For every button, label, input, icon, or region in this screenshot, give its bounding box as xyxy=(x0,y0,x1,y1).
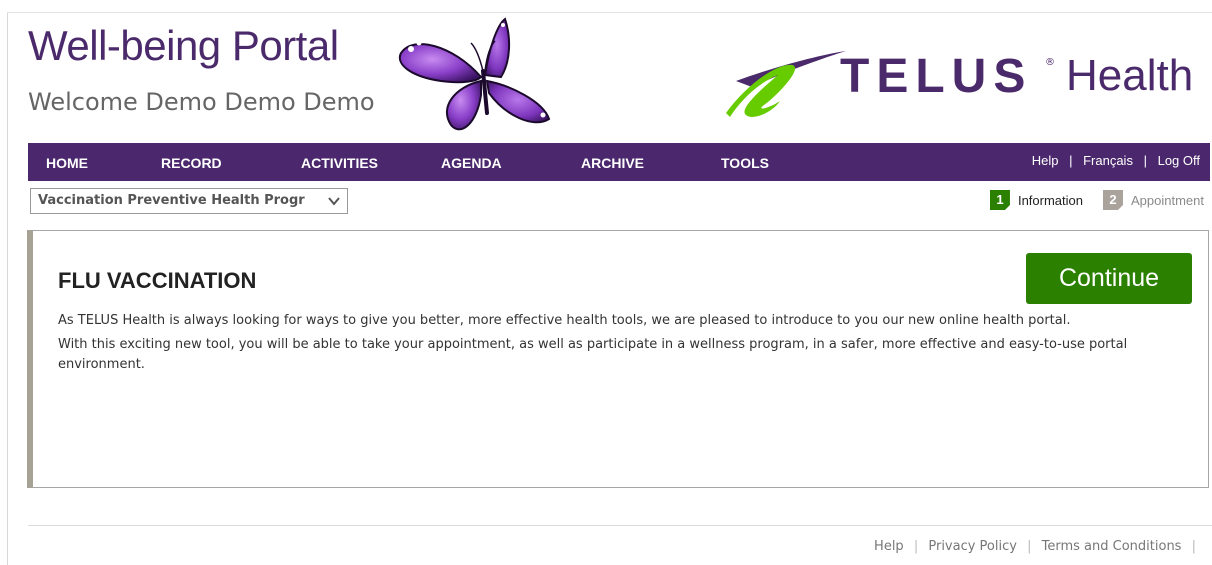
step-2-number: 2 xyxy=(1103,190,1123,210)
step-1-number: 1 xyxy=(989,190,1010,210)
program-selected-value: Vaccination Preventive Health Progr xyxy=(38,193,305,208)
separator: | xyxy=(913,539,919,554)
step-1-label: Information xyxy=(1017,192,1083,208)
butterfly-logo xyxy=(398,17,551,131)
registered-mark: ® xyxy=(1045,57,1055,68)
footer-terms-link[interactable]: Terms and Conditions xyxy=(1042,539,1182,554)
content-panel: FLU VACCINATION Continue As TELUS Health… xyxy=(27,230,1209,488)
step-2-label: Appointment xyxy=(1131,192,1204,208)
intro-paragraph-1: As TELUS Health is always looking for wa… xyxy=(58,313,1071,328)
logoff-link[interactable]: Log Off xyxy=(1158,153,1200,168)
utility-links: Help | Français | Log Off xyxy=(1032,143,1200,181)
continue-button[interactable]: Continue xyxy=(1026,253,1192,304)
separator: | xyxy=(1027,539,1032,554)
francais-link[interactable]: Français xyxy=(1083,153,1133,168)
portal-title: Well-being Portal xyxy=(28,22,339,69)
main-navigation: HOME RECORD ACTIVITIES AGENDA ARCHIVE TO… xyxy=(28,143,1210,181)
help-link[interactable]: Help xyxy=(1032,153,1059,168)
telus-health-logo: TELUS ® Health xyxy=(708,43,1208,123)
footer-help-link[interactable]: Help xyxy=(874,539,904,554)
chevron-down-icon xyxy=(327,189,341,213)
progress-steps: 1 Information 2 Appointment xyxy=(989,189,1204,211)
intro-text: As TELUS Health is always looking for wa… xyxy=(58,311,1198,379)
health-wordmark: Health xyxy=(1066,51,1194,100)
footer-links: Help | Privacy Policy | Terms and Condit… xyxy=(874,539,1202,554)
separator: | xyxy=(1069,153,1073,168)
separator: | xyxy=(1191,539,1196,554)
nav-record[interactable]: RECORD xyxy=(161,143,222,181)
nav-agenda[interactable]: AGENDA xyxy=(441,143,502,181)
telus-swoosh-logo xyxy=(726,51,846,118)
telus-wordmark: TELUS xyxy=(840,50,1033,103)
intro-paragraph-2: With this exciting new tool, you will be… xyxy=(58,337,1128,372)
welcome-message: Welcome Demo Demo Demo xyxy=(28,88,375,116)
nav-archive[interactable]: ARCHIVE xyxy=(581,143,644,181)
separator: | xyxy=(1143,153,1147,168)
page-title: FLU VACCINATION xyxy=(58,268,257,293)
nav-tools[interactable]: TOOLS xyxy=(721,143,769,181)
program-dropdown[interactable]: Vaccination Preventive Health Progr xyxy=(30,188,348,214)
nav-activities[interactable]: ACTIVITIES xyxy=(301,143,378,181)
nav-home[interactable]: HOME xyxy=(46,143,88,181)
portal-header: Well-being Portal Welcome Demo Demo Demo xyxy=(8,13,1212,143)
footer-privacy-link[interactable]: Privacy Policy xyxy=(928,539,1017,554)
footer-divider xyxy=(28,525,1212,526)
